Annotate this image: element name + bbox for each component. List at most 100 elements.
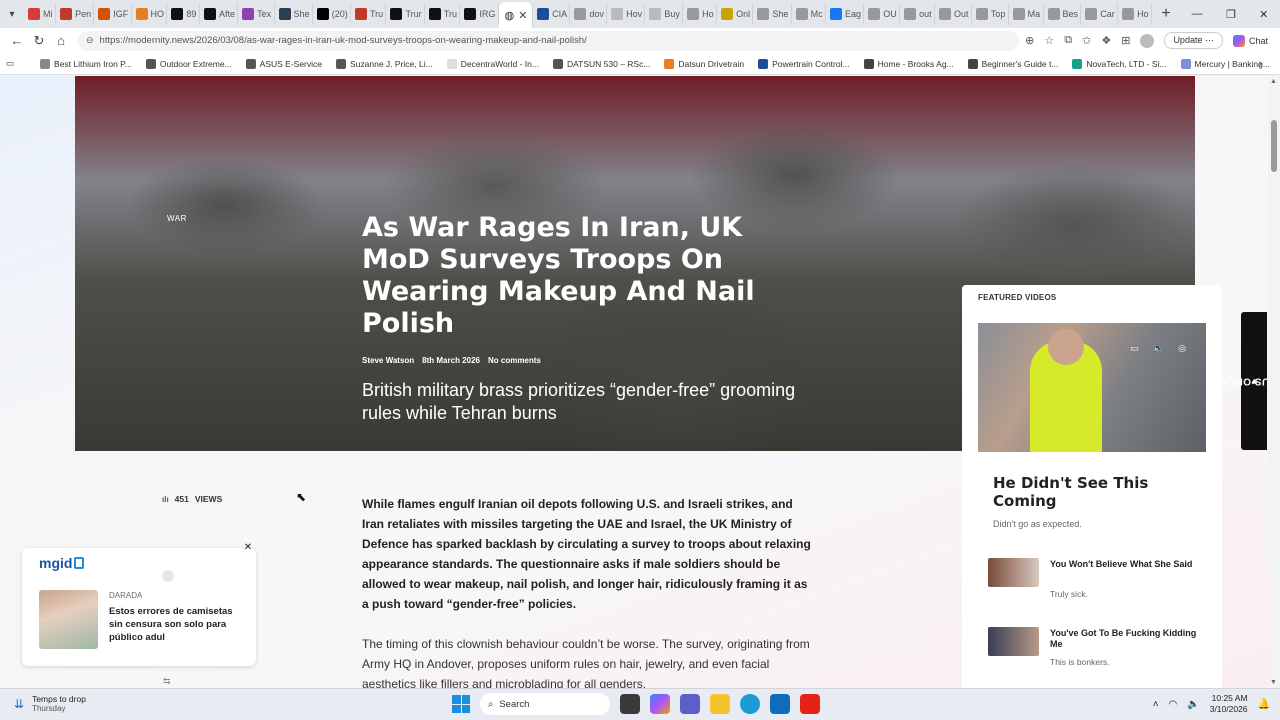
refresh-button[interactable]: ↻: [28, 30, 50, 52]
pip-icon[interactable]: ▭: [1130, 343, 1139, 354]
close-ad-icon[interactable]: ✕: [242, 542, 254, 554]
bookmark-item[interactable]: ASUS E-Service: [245, 58, 322, 69]
bookmark-item[interactable]: Outdoor Extreme...: [145, 58, 232, 69]
site-info-icon[interactable]: ⊝: [86, 35, 94, 46]
scroll-up-icon[interactable]: ▲: [1270, 78, 1277, 85]
author-link[interactable]: Steve Watson: [362, 356, 414, 365]
file-explorer-icon[interactable]: [710, 694, 730, 714]
settings-icon[interactable]: ◎: [1178, 343, 1186, 354]
browser-tab[interactable]: Car: [1081, 3, 1119, 25]
bookmark-item[interactable]: DATSUN 530 – RSc...: [552, 58, 650, 69]
mgid-logo[interactable]: mgid: [39, 555, 85, 571]
scroll-thumb[interactable]: [1271, 120, 1277, 172]
video-thumbnail[interactable]: [988, 627, 1039, 656]
bookmark-item[interactable]: Datsun Drivetrain: [664, 58, 744, 69]
minimize-icon[interactable]: —: [1192, 8, 1203, 21]
profile-avatar[interactable]: [1140, 33, 1155, 48]
bookmark-item[interactable]: DecentraWorld - In...: [446, 58, 539, 69]
browser-tab[interactable]: Ma: [1009, 3, 1044, 25]
browser-tab[interactable]: Hov: [607, 3, 646, 25]
notification-bell-icon[interactable]: 🔔: [1258, 699, 1270, 710]
url-text[interactable]: https://modernity.news/2026/03/08/as-war…: [100, 35, 587, 46]
browser-tab[interactable]: IRG: [460, 3, 499, 25]
browser-tab[interactable]: OU: [864, 3, 901, 25]
bookmark-item[interactable]: Beginner's Guide t...: [967, 58, 1058, 69]
featured-video-title[interactable]: He Didn't See This Coming: [993, 474, 1193, 510]
youtube-icon[interactable]: [800, 694, 820, 714]
ad-title[interactable]: Estos errores de camisetas sin censura s…: [109, 605, 244, 644]
category-label[interactable]: WAR: [167, 214, 187, 223]
wifi-icon[interactable]: ◠: [1169, 699, 1178, 710]
browser-tab[interactable]: Onl: [717, 3, 754, 25]
update-button[interactable]: Update ⋯: [1164, 32, 1223, 49]
browser-tab[interactable]: Trur: [386, 3, 425, 25]
browser-tab[interactable]: Pen: [56, 3, 95, 25]
ad-thumbnail[interactable]: [39, 590, 98, 649]
favorite-star-icon[interactable]: ☆: [1044, 34, 1054, 47]
browser-tab[interactable]: dov: [570, 3, 608, 25]
teams-icon[interactable]: [680, 694, 700, 714]
scroll-down-icon[interactable]: ▼: [1270, 679, 1277, 686]
browser-tab[interactable]: HO: [132, 3, 168, 25]
browser-tab[interactable]: (20): [313, 3, 351, 25]
copilot-app-icon[interactable]: [650, 694, 670, 714]
browser-tab[interactable]: 89: [167, 3, 200, 25]
browser-tab[interactable]: Bes: [1044, 3, 1082, 25]
bookmark-item[interactable]: Home - Brooks Ag...: [863, 58, 954, 69]
tab-actions-menu-icon[interactable]: ▾: [0, 0, 24, 28]
browser-tab[interactable]: Mc: [792, 3, 827, 25]
video-thumbnail[interactable]: [988, 558, 1039, 587]
close-tab-icon[interactable]: ✕: [518, 9, 527, 22]
extensions-icon[interactable]: ⧉: [1064, 34, 1072, 47]
bookmark-item[interactable]: Best Lithium Iron P...: [40, 58, 132, 69]
browser-tab[interactable]: Mi: [24, 3, 57, 25]
read-aloud-icon[interactable]: ⊕: [1025, 34, 1034, 47]
address-bar[interactable]: ⊝ https://modernity.news/2026/03/08/as-w…: [78, 30, 1020, 51]
bookmark-item[interactable]: Suzanne J. Price, Li...: [336, 58, 433, 69]
bookmark-item[interactable]: NovaTech, LTD - Si...: [1072, 58, 1167, 69]
collections-icon[interactable]: ⊞: [1121, 34, 1130, 47]
performance-icon[interactable]: ❖: [1101, 34, 1111, 47]
more-bookmarks-icon[interactable]: ›: [1258, 58, 1262, 70]
browser-tab[interactable]: IGF: [94, 3, 132, 25]
store-icon[interactable]: [770, 694, 790, 714]
tray-chevron-icon[interactable]: ˄: [1153, 699, 1159, 710]
weather-widget[interactable]: ⇊ Temps to drop Thursday: [14, 694, 86, 713]
browser-tab[interactable]: Tru: [351, 3, 387, 25]
browser-tab[interactable]: Out: [935, 3, 972, 25]
active-browser-tab[interactable]: ◍ ✕: [498, 2, 534, 28]
browser-tab[interactable]: Buy: [645, 3, 684, 25]
page-scrollbar[interactable]: ▲ ▼: [1268, 76, 1280, 688]
edge-browser-icon[interactable]: [740, 694, 760, 714]
task-view-icon[interactable]: [620, 694, 640, 714]
featured-item-title[interactable]: You've Got To Be Fucking Kidding Me: [1050, 628, 1200, 650]
windows-start-icon[interactable]: [452, 695, 470, 713]
volume-tray-icon[interactable]: 🔈: [1187, 699, 1199, 710]
clock[interactable]: 10:25 AM 3/10/2026: [1210, 693, 1248, 715]
featured-list-item[interactable]: You've Got To Be Fucking Kidding Me This…: [988, 627, 1208, 673]
browser-tab[interactable]: CIA: [533, 3, 571, 25]
share-icon[interactable]: ⇆: [163, 676, 171, 687]
browser-tab[interactable]: Ho: [1118, 3, 1152, 25]
browser-tab[interactable]: She: [275, 3, 313, 25]
new-tab-button[interactable]: +: [1152, 5, 1180, 23]
restore-icon[interactable]: ❐: [1226, 8, 1236, 21]
featured-item-title[interactable]: You Won't Believe What She Said: [1050, 559, 1200, 570]
favorites-icon[interactable]: ✩: [1082, 34, 1091, 47]
browser-tab[interactable]: out: [900, 3, 936, 25]
bookmark-item[interactable]: Powertrain Control...: [758, 58, 850, 69]
browser-tab[interactable]: Top: [972, 3, 1009, 25]
browser-tab[interactable]: Tex: [238, 3, 275, 25]
browser-tab[interactable]: Ho: [683, 3, 718, 25]
keep-us-online-tab[interactable]: ♥ KEEP US ONLINE!: [1206, 312, 1268, 450]
copilot-chat-button[interactable]: Chat: [1232, 34, 1268, 47]
browser-tab[interactable]: She: [753, 3, 792, 25]
browser-tab[interactable]: Eag: [826, 3, 865, 25]
volume-icon[interactable]: 🔈: [1153, 343, 1164, 354]
comments-link[interactable]: No comments: [488, 356, 541, 365]
home-button[interactable]: ⌂: [50, 30, 72, 52]
browser-tab[interactable]: Afte: [200, 3, 239, 25]
close-window-icon[interactable]: ✕: [1259, 8, 1268, 21]
featured-video-player[interactable]: ▭ 🔈 ◎: [978, 323, 1206, 452]
bookmark-item[interactable]: Mercury | Banking...: [1180, 58, 1270, 69]
